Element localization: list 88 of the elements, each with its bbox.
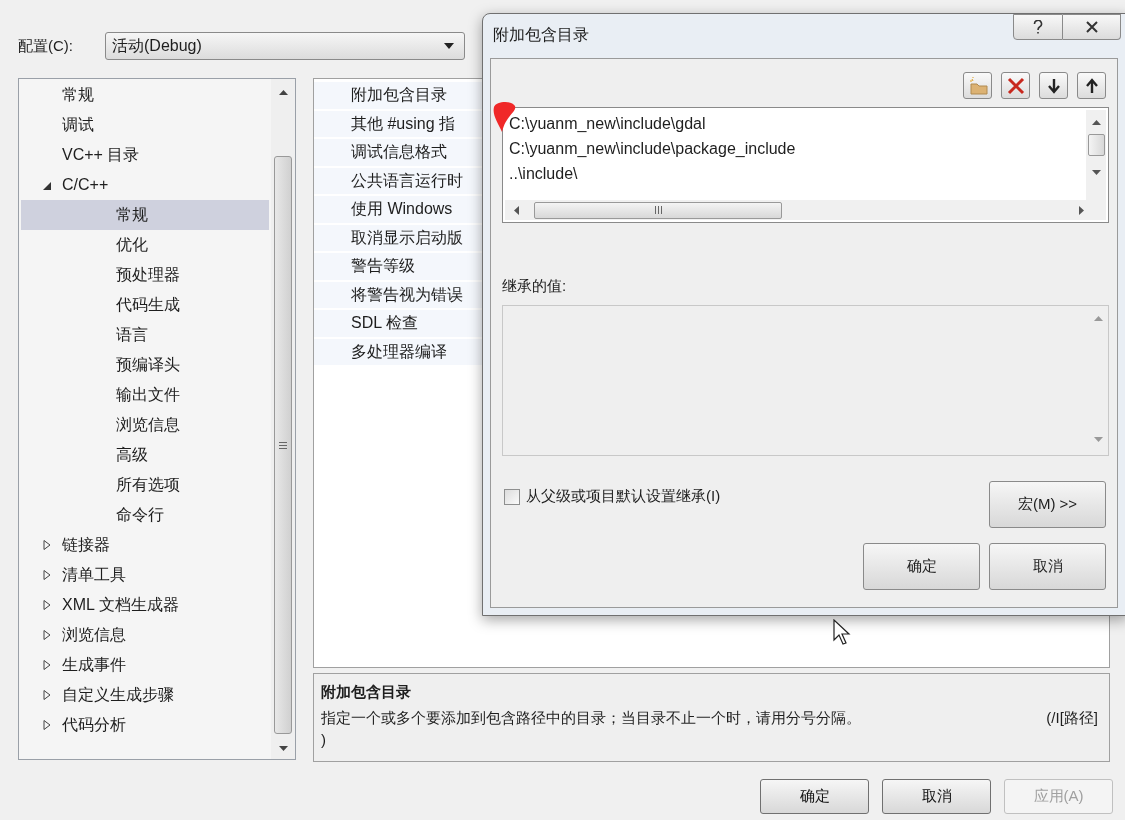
- delete-icon: [1006, 76, 1025, 95]
- checkbox[interactable]: [504, 488, 520, 505]
- scroll-up-icon[interactable]: [1091, 120, 1101, 125]
- tree-item[interactable]: 链接器: [19, 530, 271, 560]
- directory-list[interactable]: C:\yuanm_new\include\gdal C:\yuanm_new\include\package_include ..\include\: [502, 107, 1109, 223]
- scroll-left-icon[interactable]: [514, 205, 519, 215]
- tree-item[interactable]: 自定义生成步骤: [19, 680, 271, 710]
- collapsed-triangle-icon[interactable]: [42, 599, 52, 611]
- property-name[interactable]: SDL 检查: [314, 310, 482, 339]
- collapsed-triangle-icon[interactable]: [42, 689, 52, 701]
- property-name[interactable]: 附加包含目录: [314, 82, 482, 111]
- switch-text: (/I[路径]: [1046, 707, 1099, 728]
- tree-item[interactable]: XML 文档生成器: [19, 590, 271, 620]
- description-title: 附加包含目录: [321, 682, 412, 702]
- grip-icon: [279, 441, 287, 449]
- directory-entry[interactable]: C:\yuanm_new\include\gdal: [509, 112, 706, 137]
- scroll-thumb[interactable]: [1087, 134, 1105, 156]
- config-label: 配置(C):: [18, 35, 74, 56]
- new-folder-button[interactable]: [963, 72, 992, 99]
- tree-item[interactable]: 生成事件: [19, 650, 271, 680]
- collapsed-triangle-icon[interactable]: [42, 629, 52, 641]
- collapsed-triangle-icon[interactable]: [42, 659, 52, 671]
- tree-item[interactable]: C/C++: [19, 170, 271, 200]
- collapsed-triangle-icon[interactable]: [42, 539, 52, 551]
- macro-button[interactable]: 宏(M) >>: [989, 480, 1106, 528]
- tree-item[interactable]: 浏览信息: [19, 620, 271, 650]
- dialog-button[interactable]: 确定: [863, 542, 980, 590]
- dialog-button[interactable]: 取消: [882, 779, 991, 814]
- up-arrow-icon: [1085, 77, 1098, 94]
- property-name[interactable]: 将警告视为错误: [314, 281, 482, 310]
- scroll-up-icon: [1093, 315, 1103, 321]
- close-icon: [1084, 21, 1099, 33]
- help-icon: [1033, 20, 1043, 34]
- mouse-cursor-icon: [833, 619, 851, 646]
- property-name[interactable]: 使用 Windows: [314, 196, 482, 225]
- checkbox-label[interactable]: 从父级或项目默认设置继承(I): [526, 485, 721, 508]
- property-name[interactable]: 警告等级: [314, 253, 482, 282]
- tree-item[interactable]: 常规: [19, 80, 271, 110]
- caret-icon: [444, 43, 454, 49]
- tree-item[interactable]: 预编译头: [21, 350, 269, 380]
- vertical-scrollbar[interactable]: [1086, 110, 1106, 200]
- tree-item[interactable]: 浏览信息: [21, 410, 269, 440]
- property-name[interactable]: 公共语言运行时: [314, 167, 482, 196]
- move-down-button[interactable]: [1039, 72, 1068, 99]
- scroll-down-icon[interactable]: [1091, 170, 1101, 175]
- tree-item[interactable]: 命令行: [21, 500, 269, 530]
- scroll-right-icon[interactable]: [1079, 205, 1084, 215]
- property-name[interactable]: 取消显示启动版: [314, 224, 482, 253]
- property-name[interactable]: 调试信息格式: [314, 139, 482, 168]
- tree-item[interactable]: 优化: [21, 230, 269, 260]
- close-button[interactable]: [1063, 14, 1121, 40]
- switch-text-continuation: ): [321, 730, 326, 750]
- help-button[interactable]: [1013, 14, 1063, 40]
- tree-item[interactable]: VC++ 目录: [19, 140, 271, 170]
- tree-item[interactable]: 调试: [19, 110, 271, 140]
- dialog-button[interactable]: 取消: [989, 542, 1106, 590]
- config-dropdown[interactable]: 活动(Debug): [105, 32, 465, 60]
- tree-item[interactable]: 代码分析: [19, 710, 271, 740]
- collapsed-triangle-icon[interactable]: [42, 569, 52, 581]
- description-text: 指定一个或多个要添加到包含路径中的目录；当目录不止一个时，请用分号分隔。: [321, 707, 862, 728]
- dialog-title: 附加包含目录: [493, 25, 589, 45]
- grip-icon: [654, 206, 662, 214]
- property-name[interactable]: 其他 #using 指: [314, 110, 482, 139]
- tree-item[interactable]: 常规: [21, 200, 269, 230]
- down-arrow-icon: [1047, 77, 1060, 94]
- scroll-thumb[interactable]: [274, 156, 292, 734]
- move-up-button[interactable]: [1077, 72, 1106, 99]
- tree-item[interactable]: 预处理器: [21, 260, 269, 290]
- scroll-thumb[interactable]: [534, 201, 782, 219]
- scroll-up-icon[interactable]: [278, 90, 288, 95]
- tree-item[interactable]: 所有选项: [21, 470, 269, 500]
- directory-entry[interactable]: C:\yuanm_new\include\package_include: [509, 137, 796, 162]
- scroll-down-icon: [1093, 436, 1103, 442]
- tree-item[interactable]: 输出文件: [21, 380, 269, 410]
- collapsed-triangle-icon[interactable]: [42, 719, 52, 731]
- horizontal-scrollbar[interactable]: [505, 200, 1106, 220]
- directory-entry[interactable]: ..\include\: [509, 162, 578, 187]
- tree-item[interactable]: 代码生成: [21, 290, 269, 320]
- delete-button[interactable]: [1001, 72, 1030, 99]
- inherited-values-label: 继承的值:: [502, 276, 567, 296]
- tree-item[interactable]: 清单工具: [19, 560, 271, 590]
- property-name[interactable]: 多处理器编译: [314, 338, 482, 367]
- scroll-down-icon[interactable]: [278, 746, 288, 751]
- tree-item[interactable]: 语言: [21, 320, 269, 350]
- folder-icon: [967, 76, 988, 95]
- tree-item[interactable]: 高级: [21, 440, 269, 470]
- vertical-scrollbar[interactable]: [271, 79, 295, 759]
- dialog-button[interactable]: 确定: [760, 779, 869, 814]
